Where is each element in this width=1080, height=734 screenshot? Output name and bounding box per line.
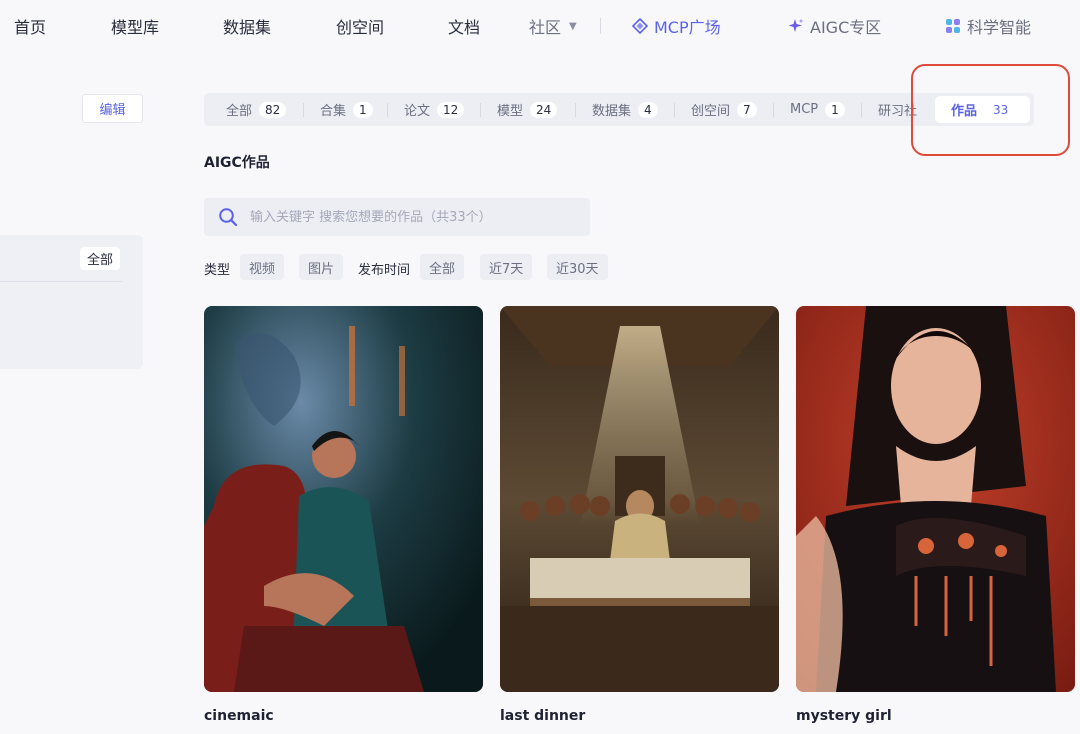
nav-science-label: 科学智能 (967, 18, 1032, 37)
tab-count: 1 (825, 101, 845, 118)
tab-papers[interactable]: 论文 12 (404, 93, 465, 126)
nav-divider (600, 18, 601, 34)
filter-image[interactable]: 图片 (299, 254, 344, 280)
tab-label: 数据集 (592, 104, 632, 119)
card-image (204, 306, 483, 692)
work-card[interactable]: mystery girl (796, 306, 1075, 724)
card-title: cinemaic (204, 708, 274, 724)
tab-all[interactable]: 全部 82 (226, 93, 287, 126)
tab-studios[interactable]: 创空间 7 (691, 93, 757, 126)
tab-mcp[interactable]: MCP 1 (790, 93, 845, 126)
tab-separator (674, 103, 675, 117)
filter-video[interactable]: 视频 (240, 254, 285, 280)
sparkle-icon (788, 18, 804, 32)
tab-separator (773, 103, 774, 117)
tab-separator (303, 103, 304, 117)
nav-science[interactable]: 科学智能 (945, 14, 1031, 38)
top-nav: 首页 模型库 数据集 创空间 文档 社区 ▼ MCP广场 AIGC专区 科学智能 (0, 0, 1080, 52)
tab-count: 7 (737, 101, 757, 118)
side-filter-panel: 全部 (0, 235, 143, 369)
tab-label: 全部 (226, 104, 253, 119)
side-divider (0, 281, 122, 282)
card-title: mystery girl (796, 708, 892, 724)
card-image (500, 306, 779, 692)
tab-count: 12 (437, 101, 465, 118)
tab-count: 1 (353, 101, 373, 118)
tab-models[interactable]: 模型 24 (497, 93, 558, 126)
nav-studios[interactable]: 创空间 (336, 14, 384, 38)
nav-datasets[interactable]: 数据集 (223, 14, 271, 38)
science-grid-icon (946, 19, 960, 33)
edit-button[interactable]: 编辑 (82, 94, 143, 123)
filter-30days[interactable]: 近30天 (547, 254, 608, 280)
nav-datasets-label: 数据集 (223, 18, 272, 37)
card-title: last dinner (500, 708, 586, 724)
section-title: AIGC作品 (204, 155, 270, 171)
time-filter-label: 发布时间 (358, 263, 411, 278)
tab-separator (575, 103, 576, 117)
card-image (796, 306, 1075, 692)
nav-home[interactable]: 首页 (14, 14, 46, 38)
search-input[interactable] (250, 209, 570, 225)
tab-separator (861, 103, 862, 117)
nav-aigc[interactable]: AIGC专区 (788, 14, 881, 38)
tab-label: MCP (790, 102, 819, 117)
nav-docs-label: 文档 (448, 18, 481, 37)
caret-down-icon: ▼ (569, 20, 577, 32)
work-card[interactable]: last dinner (500, 306, 779, 724)
search-icon (219, 208, 238, 227)
nav-mcp-label: MCP广场 (654, 18, 721, 37)
tab-collections[interactable]: 合集 1 (320, 93, 373, 126)
search-box (204, 198, 590, 236)
filter-7days[interactable]: 近7天 (480, 254, 533, 280)
category-tabs: 全部 82 合集 1 论文 12 模型 24 数据集 4 创空间 7 MCP 1 研习社 作品… (204, 93, 1034, 126)
filter-time-all[interactable]: 全部 (420, 254, 465, 280)
nav-mcp[interactable]: MCP广场 (632, 14, 721, 38)
nav-docs[interactable]: 文档 (448, 14, 480, 38)
tab-label: 论文 (404, 104, 431, 119)
nav-aigc-label: AIGC专区 (810, 18, 882, 37)
tab-label: 模型 (497, 104, 524, 119)
tab-datasets[interactable]: 数据集 4 (592, 93, 658, 126)
work-card[interactable]: cinemaic (204, 306, 483, 724)
tab-count: 82 (259, 101, 287, 118)
highlight-annotation (911, 64, 1070, 156)
nav-models[interactable]: 模型库 (111, 14, 159, 38)
side-all-chip[interactable]: 全部 (80, 247, 121, 270)
tab-count: 24 (530, 101, 558, 118)
type-filter-label: 类型 (204, 263, 231, 278)
tab-separator (387, 103, 388, 117)
nav-studios-label: 创空间 (336, 18, 385, 37)
nav-home-label: 首页 (14, 18, 47, 37)
nav-community[interactable]: 社区 ▼ (529, 14, 577, 38)
tab-count: 4 (638, 101, 658, 118)
mcp-diamond-icon (632, 18, 648, 34)
tab-separator (480, 103, 481, 117)
tab-label: 合集 (320, 104, 347, 119)
tab-label: 创空间 (691, 104, 731, 119)
nav-community-label: 社区 (529, 18, 562, 37)
nav-models-label: 模型库 (111, 18, 160, 37)
